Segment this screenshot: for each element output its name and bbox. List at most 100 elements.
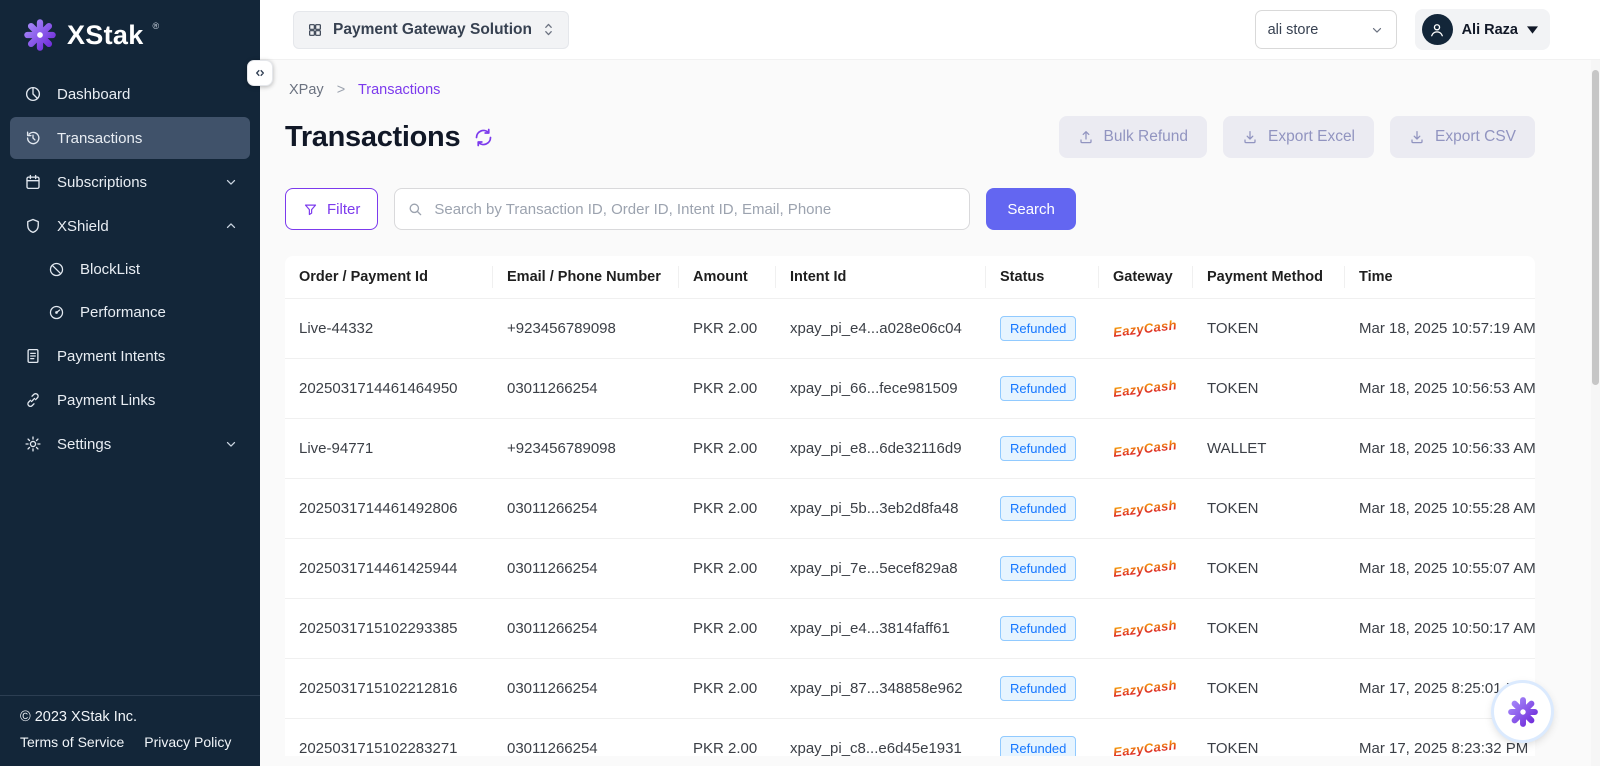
- payment-method-cell: TOKEN: [1193, 359, 1345, 419]
- table-row: 2025031715102212816 03011266254 PKR 2.00…: [285, 659, 1535, 719]
- transactions-table: Order / Payment Id Email / Phone Number …: [285, 256, 1535, 756]
- shield-icon: [24, 217, 42, 235]
- page-title: Transactions: [285, 121, 460, 154]
- payment-intents-icon: [24, 347, 42, 365]
- intent-id-cell: xpay_pi_7e...5ecef829a8: [776, 539, 986, 599]
- filter-button[interactable]: Filter: [285, 188, 378, 230]
- payment-method-cell: TOKEN: [1193, 659, 1345, 719]
- email-phone-cell: +923456789098: [493, 419, 679, 479]
- export-excel-label: Export Excel: [1268, 128, 1355, 146]
- search-input[interactable]: [432, 200, 957, 219]
- grid-icon: [307, 22, 323, 38]
- amount-cell: PKR 2.00: [679, 479, 776, 539]
- export-csv-button[interactable]: Export CSV: [1390, 116, 1535, 158]
- table-row: 2025031714461425944 03011266254 PKR 2.00…: [285, 539, 1535, 599]
- user-name: Ali Raza: [1462, 22, 1518, 38]
- eazycash-logo: EazyCash: [1112, 437, 1177, 460]
- eazycash-logo: EazyCash: [1112, 317, 1177, 340]
- sidebar-item-payment-intents[interactable]: Payment Intents: [10, 335, 250, 377]
- amount-cell: PKR 2.00: [679, 419, 776, 479]
- sidebar-item-performance[interactable]: Performance: [10, 292, 250, 333]
- privacy-policy-link[interactable]: Privacy Policy: [144, 734, 231, 750]
- email-phone-cell: 03011266254: [493, 359, 679, 419]
- bulk-refund-label: Bulk Refund: [1104, 128, 1188, 146]
- xstak-chat-widget-button[interactable]: [1494, 683, 1551, 740]
- col-time: Time: [1345, 256, 1535, 299]
- breadcrumb-xpay[interactable]: XPay: [289, 82, 324, 98]
- sidebar-collapse-toggle[interactable]: [247, 60, 273, 86]
- scrollbar-thumb[interactable]: [1592, 70, 1599, 385]
- top-header: Payment Gateway Solution ali store Ali R…: [260, 0, 1600, 60]
- sidebar-item-label: Transactions: [57, 130, 142, 147]
- payment-method-cell: TOKEN: [1193, 299, 1345, 359]
- table-row: Live-94771 +923456789098 PKR 2.00 xpay_p…: [285, 419, 1535, 479]
- main-area: Payment Gateway Solution ali store Ali R…: [260, 0, 1600, 766]
- terms-of-service-link[interactable]: Terms of Service: [20, 734, 124, 750]
- email-phone-cell: 03011266254: [493, 719, 679, 757]
- sidebar-item-settings[interactable]: Settings: [10, 423, 250, 465]
- dashboard-icon: [24, 85, 42, 103]
- status-badge: Refunded: [1000, 616, 1076, 641]
- table-row: 2025031714461492806 03011266254 PKR 2.00…: [285, 479, 1535, 539]
- upload-icon: [1078, 129, 1094, 145]
- sidebar-nav: Dashboard Transactions Subscriptions XSh…: [0, 69, 260, 467]
- sidebar-item-label: Settings: [57, 436, 111, 453]
- col-gateway: Gateway: [1099, 256, 1193, 299]
- time-cell: Mar 18, 2025 10:56:33 AM: [1345, 419, 1535, 479]
- store-select[interactable]: ali store: [1255, 10, 1397, 49]
- logo-text: XStak: [67, 17, 144, 53]
- status-badge: Refunded: [1000, 436, 1076, 461]
- chevron-down-icon: [224, 437, 238, 451]
- logo[interactable]: XStak ®: [0, 0, 260, 69]
- email-phone-cell: 03011266254: [493, 659, 679, 719]
- search-icon: [407, 201, 423, 217]
- export-excel-button[interactable]: Export Excel: [1223, 116, 1374, 158]
- col-order-payment-id: Order / Payment Id: [285, 256, 493, 299]
- amount-cell: PKR 2.00: [679, 599, 776, 659]
- sidebar-item-label: Payment Intents: [57, 348, 165, 365]
- vertical-scrollbar: [1591, 60, 1600, 766]
- breadcrumb-transactions[interactable]: Transactions: [358, 82, 440, 98]
- intent-id-cell: xpay_pi_c8...e6d45e1931: [776, 719, 986, 757]
- intent-id-cell: xpay_pi_87...348858e962: [776, 659, 986, 719]
- performance-icon: [48, 304, 65, 321]
- bulk-refund-button[interactable]: Bulk Refund: [1059, 116, 1207, 158]
- search-button[interactable]: Search: [986, 188, 1076, 230]
- sidebar-item-label: XShield: [57, 218, 109, 235]
- chevron-down-icon: [224, 175, 238, 189]
- status-badge: Refunded: [1000, 676, 1076, 701]
- search-box: [394, 188, 970, 230]
- content: XPay > Transactions Transactions Bulk Re…: [260, 60, 1600, 766]
- col-amount: Amount: [679, 256, 776, 299]
- email-phone-cell: +923456789098: [493, 299, 679, 359]
- payment-method-cell: TOKEN: [1193, 479, 1345, 539]
- sidebar-item-payment-links[interactable]: Payment Links: [10, 379, 250, 421]
- sidebar-item-xshield[interactable]: XShield: [10, 205, 250, 247]
- chevron-down-icon: [1370, 23, 1384, 37]
- order-id-cell: 2025031715102212816: [285, 659, 493, 719]
- sidebar-item-dashboard[interactable]: Dashboard: [10, 73, 250, 115]
- sidebar-item-subscriptions[interactable]: Subscriptions: [10, 161, 250, 203]
- eazycash-logo: EazyCash: [1112, 557, 1177, 580]
- store-select-value: ali store: [1268, 22, 1319, 38]
- payment-links-icon: [24, 391, 42, 409]
- sidebar: XStak ® Dashboard Transactions Subscript…: [0, 0, 260, 766]
- order-id-cell: 2025031715102283271: [285, 719, 493, 757]
- refresh-icon[interactable]: [473, 127, 494, 148]
- copyright-text: © 2023 XStak Inc.: [20, 709, 240, 725]
- transactions-table-card: Order / Payment Id Email / Phone Number …: [285, 256, 1535, 756]
- user-menu[interactable]: Ali Raza: [1415, 9, 1550, 50]
- order-id-cell: 2025031715102293385: [285, 599, 493, 659]
- sidebar-item-blocklist[interactable]: BlockList: [10, 249, 250, 290]
- email-phone-cell: 03011266254: [493, 599, 679, 659]
- app-switcher-button[interactable]: Payment Gateway Solution: [293, 11, 569, 49]
- email-phone-cell: 03011266254: [493, 539, 679, 599]
- amount-cell: PKR 2.00: [679, 539, 776, 599]
- amount-cell: PKR 2.00: [679, 359, 776, 419]
- order-id-cell: 2025031714461464950: [285, 359, 493, 419]
- payment-method-cell: WALLET: [1193, 419, 1345, 479]
- sidebar-item-transactions[interactable]: Transactions: [10, 117, 250, 159]
- eazycash-logo: EazyCash: [1112, 617, 1177, 640]
- transactions-icon: [24, 129, 42, 147]
- filter-funnel-icon: [303, 202, 318, 217]
